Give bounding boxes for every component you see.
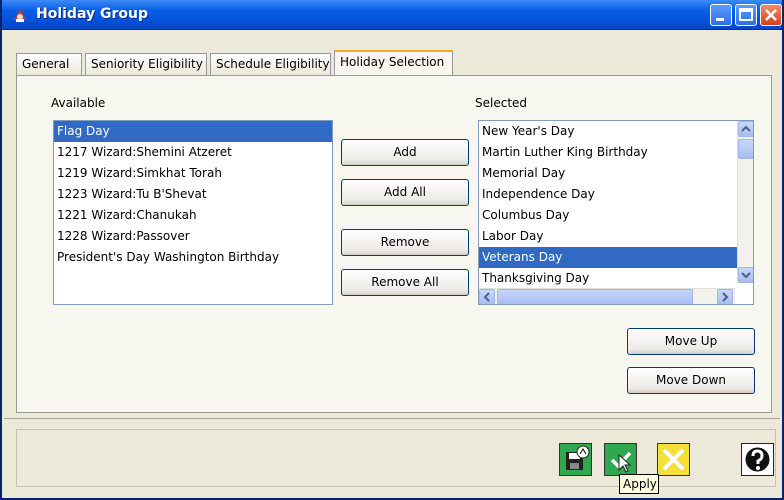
apply-button[interactable]: [604, 443, 637, 476]
save-as-icon: [566, 445, 590, 470]
tab-general[interactable]: General: [16, 53, 82, 75]
cancel-button[interactable]: [657, 443, 690, 476]
selected-item[interactable]: Independence Day: [479, 184, 737, 205]
available-item[interactable]: 1223 Wizard:Tu B'Shevat: [54, 184, 332, 205]
scroll-up-button[interactable]: [738, 121, 753, 137]
tab-schedule-eligibility[interactable]: Schedule Eligibility: [210, 53, 331, 75]
tab-general-label: General: [22, 57, 70, 71]
close-icon: [765, 9, 777, 21]
minimize-button[interactable]: [710, 4, 732, 26]
chevron-left-icon: [483, 292, 490, 302]
scroll-right-button[interactable]: [717, 289, 733, 304]
save-as-button[interactable]: [559, 443, 592, 476]
chevron-up-icon: [741, 125, 751, 132]
remove-all-button[interactable]: Remove All: [341, 269, 469, 296]
selected-item[interactable]: Labor Day: [479, 226, 737, 247]
checkmark-icon: [610, 451, 632, 473]
selected-listbox[interactable]: New Year's Day Martin Luther King Birthd…: [478, 120, 754, 305]
maximize-button[interactable]: [735, 4, 757, 26]
title-bar[interactable]: Holiday Group: [2, 0, 782, 30]
apply-tooltip: Apply: [619, 474, 659, 494]
x-icon: [662, 448, 685, 471]
selected-vertical-scrollbar[interactable]: [737, 121, 753, 283]
tab-holiday-selection[interactable]: Holiday Selection: [334, 50, 453, 76]
move-down-button[interactable]: Move Down: [627, 367, 755, 394]
available-item[interactable]: 1219 Wizard:Simkhat Torah: [54, 163, 332, 184]
tab-holiday-selection-label: Holiday Selection: [340, 55, 445, 69]
move-up-button[interactable]: Move Up: [627, 328, 755, 355]
vertical-scroll-thumb[interactable]: [738, 139, 753, 159]
close-button[interactable]: [760, 4, 782, 26]
help-button[interactable]: [741, 443, 774, 476]
minimize-icon: [716, 18, 724, 21]
tab-schedule-eligibility-label: Schedule Eligibility: [216, 57, 330, 71]
selected-item[interactable]: Martin Luther King Birthday: [479, 142, 737, 163]
selected-item[interactable]: Memorial Day: [479, 163, 737, 184]
available-item[interactable]: 1217 Wizard:Shemini Atzeret: [54, 142, 332, 163]
selected-horizontal-scrollbar[interactable]: [479, 288, 735, 304]
horizontal-scroll-thumb[interactable]: [497, 289, 693, 304]
add-button[interactable]: Add: [341, 139, 469, 166]
available-item[interactable]: 1228 Wizard:Passover: [54, 226, 332, 247]
available-listbox[interactable]: Flag Day 1217 Wizard:Shemini Atzeret 121…: [53, 120, 333, 305]
holiday-group-window: Holiday Group General Seniority Eligibil…: [0, 0, 784, 500]
holiday-app-icon: [14, 9, 26, 22]
available-item[interactable]: 1221 Wizard:Chanukah: [54, 205, 332, 226]
window-title: Holiday Group: [36, 6, 148, 22]
tab-strip: General Seniority Eligibility Schedule E…: [16, 50, 776, 76]
available-label: Available: [51, 96, 106, 110]
selected-item[interactable]: Veterans Day: [479, 247, 737, 268]
holiday-selection-panel: Available Flag Day 1217 Wizard:Shemini A…: [16, 75, 772, 413]
chevron-right-icon: [722, 292, 729, 302]
selected-item[interactable]: Columbus Day: [479, 205, 737, 226]
selected-item[interactable]: New Year's Day: [479, 121, 737, 142]
remove-button[interactable]: Remove: [341, 229, 469, 256]
tab-seniority-eligibility-label: Seniority Eligibility: [91, 57, 203, 71]
selected-label: Selected: [475, 96, 528, 110]
tab-seniority-eligibility[interactable]: Seniority Eligibility: [85, 53, 207, 75]
add-all-button[interactable]: Add All: [341, 179, 469, 206]
selected-list-viewport: New Year's Day Martin Luther King Birthd…: [479, 121, 737, 285]
available-item[interactable]: Flag Day: [54, 121, 332, 142]
help-icon: [745, 447, 770, 472]
available-item[interactable]: President's Day Washington Birthday: [54, 247, 332, 268]
scroll-down-button[interactable]: [738, 267, 753, 283]
scroll-left-button[interactable]: [479, 289, 495, 304]
selected-item[interactable]: Thanksgiving Day: [479, 268, 737, 285]
chevron-down-icon: [741, 272, 751, 279]
maximize-icon: [739, 8, 753, 21]
